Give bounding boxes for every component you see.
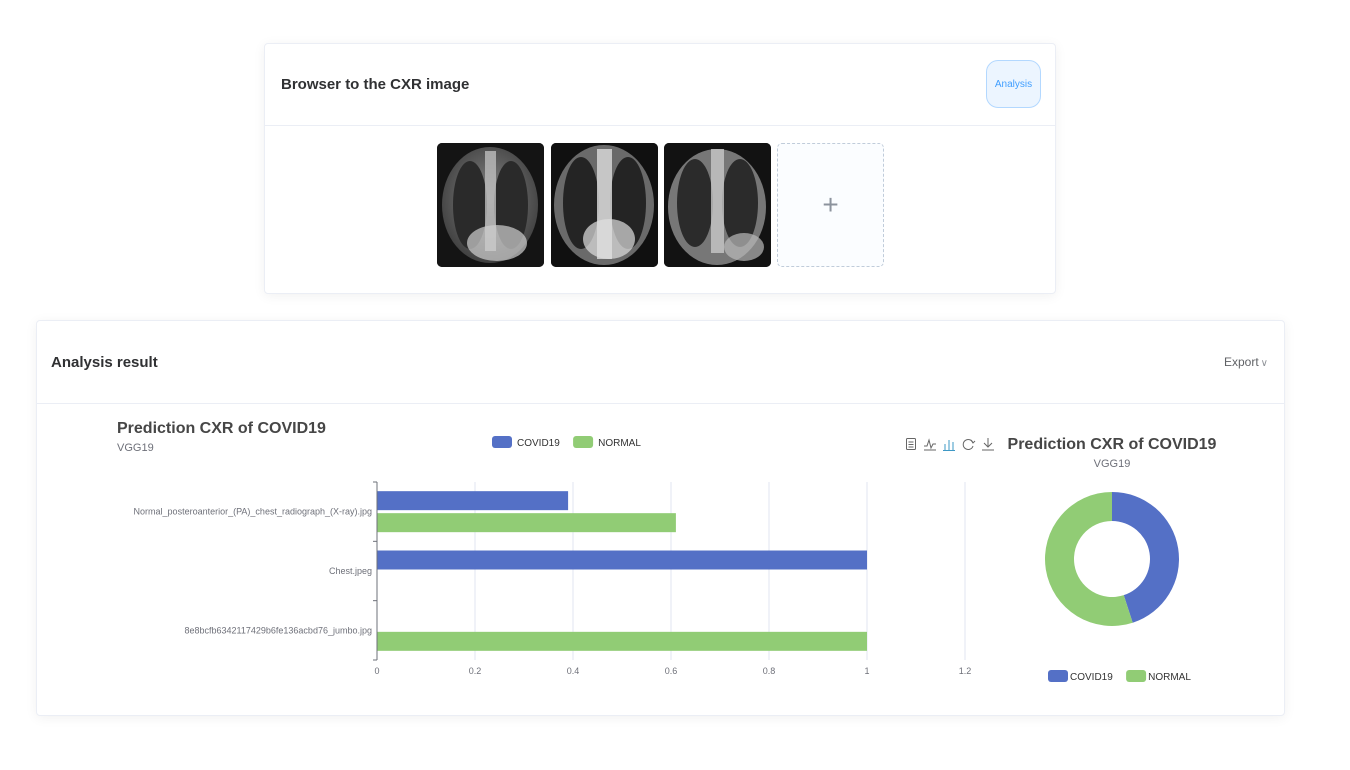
- y-category-label: Normal_posteroanterior_(PA)_chest_radiog…: [134, 507, 372, 517]
- chart-toolbox: [906, 438, 994, 451]
- x-tick-label: 0: [374, 666, 379, 676]
- legend-label[interactable]: COVID19: [517, 438, 560, 449]
- legend-swatch[interactable]: [1126, 670, 1147, 682]
- legend-swatch[interactable]: [573, 436, 594, 448]
- analysis-result-title: Analysis result: [51, 354, 158, 371]
- x-tick-label: 0.2: [469, 666, 482, 676]
- analysis-result-card: Analysis result Export ∨ Prediction CXR o…: [36, 320, 1285, 716]
- pie-chart-slices: [1045, 492, 1179, 626]
- x-tick-label: 0.4: [567, 666, 580, 676]
- export-dropdown[interactable]: Export ∨: [1224, 355, 1268, 369]
- bar-chart-title: Prediction CXR of COVID19: [117, 420, 326, 437]
- legend-label[interactable]: NORMAL: [598, 438, 641, 449]
- x-tick-label: 1.2: [959, 666, 972, 676]
- legend-label[interactable]: NORMAL: [1148, 672, 1191, 683]
- legend-label[interactable]: COVID19: [1070, 672, 1113, 683]
- bar-normal[interactable]: [377, 513, 676, 533]
- bar-chart-bars: [377, 491, 867, 651]
- upload-card-title: Browser to the CXR image: [281, 76, 470, 93]
- analysis-button[interactable]: Analysis: [986, 60, 1041, 108]
- x-tick-label: 0.6: [665, 666, 678, 676]
- plus-icon: +: [822, 189, 839, 220]
- pie-chart-subtitle: VGG19: [1094, 458, 1131, 470]
- bar-covid19[interactable]: [377, 550, 867, 570]
- pie-chart-legend[interactable]: COVID19 NORMAL: [1048, 670, 1191, 683]
- x-tick-label: 1: [864, 666, 869, 676]
- xray-thumbnail-2[interactable]: [551, 143, 658, 267]
- line-chart-icon[interactable]: [924, 438, 936, 451]
- download-icon[interactable]: [982, 438, 994, 451]
- upload-card-body: +: [265, 126, 1055, 295]
- bar-chart-subtitle: VGG19: [117, 442, 154, 454]
- x-tick-label: 0.8: [763, 666, 776, 676]
- data-view-icon[interactable]: [906, 438, 916, 450]
- xray-thumbnail-3[interactable]: [664, 143, 771, 267]
- legend-swatch[interactable]: [1048, 670, 1068, 682]
- analysis-result-header: Analysis result Export ∨: [37, 321, 1284, 404]
- bar-chart-legend[interactable]: COVID19 NORMAL: [492, 436, 641, 449]
- bar-normal[interactable]: [377, 631, 867, 651]
- bar-covid19[interactable]: [377, 491, 569, 511]
- pie-chart-title: Prediction CXR of COVID19: [1008, 436, 1217, 453]
- bar-chart-icon[interactable]: [943, 440, 955, 451]
- refresh-icon[interactable]: [962, 439, 976, 450]
- export-label: Export: [1223, 355, 1259, 369]
- add-image-button[interactable]: +: [777, 143, 884, 267]
- xray-thumbnail-1[interactable]: [437, 143, 544, 267]
- y-category-label: 8e8bcfb6342117429b6fe136acbd76_jumbo.jpg: [184, 625, 372, 635]
- chevron-down-icon: ∨: [1260, 358, 1268, 369]
- y-category-label: Chest.jpeg: [329, 566, 372, 576]
- upload-card-header: Browser to the CXR image Analysis: [265, 44, 1055, 126]
- upload-card: Browser to the CXR image Analysis +: [264, 43, 1056, 294]
- charts-svg: Prediction CXR of COVID19 VGG19 COVID19 N…: [117, 420, 1217, 683]
- legend-swatch[interactable]: [492, 436, 512, 448]
- charts-area: Prediction CXR of COVID19 VGG19 COVID19 N…: [37, 404, 1286, 717]
